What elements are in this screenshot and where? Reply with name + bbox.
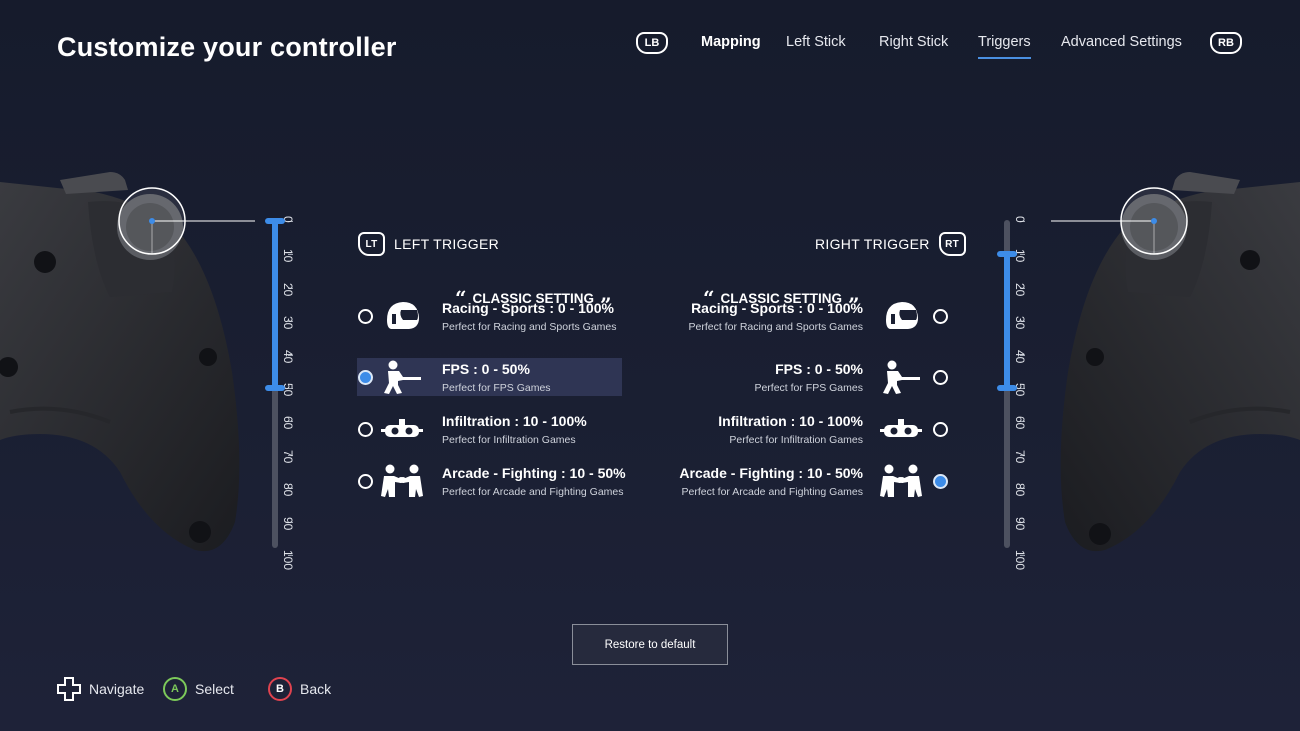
slider-tick-label: 100 <box>281 550 295 571</box>
slider-tick-label: 80 <box>1013 483 1027 497</box>
radio-button[interactable] <box>358 370 373 385</box>
right-trigger-option-2[interactable]: FPS : 0 - 50% Perfect for FPS Games <box>680 358 950 396</box>
slider-tick-label: 20 <box>1013 282 1027 297</box>
lb-bumper-icon[interactable]: LB <box>636 32 668 54</box>
slider-tick-label: 0 <box>1013 216 1027 223</box>
racing-helmet-icon <box>381 298 423 334</box>
left-trigger-option-4[interactable]: Arcade - Fighting : 10 - 50% Perfect for … <box>357 462 626 500</box>
a-button-icon: A <box>163 677 187 701</box>
slider-min-handle[interactable] <box>265 218 285 224</box>
night-vision-goggles-icon <box>880 411 922 447</box>
option-description: Perfect for Arcade and Fighting Games <box>442 486 624 498</box>
left-trigger-option-2[interactable]: FPS : 0 - 50% Perfect for FPS Games <box>357 358 622 396</box>
option-name: FPS : 0 - 50% <box>442 361 530 377</box>
fps-shooter-icon <box>381 359 423 395</box>
tab-triggers[interactable]: Triggers <box>978 34 1031 59</box>
radio-button[interactable] <box>358 422 373 437</box>
right-trigger-range-slider[interactable]: 0 10 20 30 40 50 60 70 80 90 100 <box>997 212 1058 570</box>
right-trigger-option-4[interactable]: Arcade - Fighting : 10 - 50% Perfect for … <box>679 462 950 500</box>
option-name: FPS : 0 - 50% <box>775 361 863 377</box>
hint-navigate-label: Navigate <box>89 681 145 697</box>
slider-tick-label: 30 <box>1013 316 1027 330</box>
slider-tick-label: 60 <box>281 416 295 430</box>
right-trigger-header: RIGHT TRIGGER RT <box>815 232 966 256</box>
right-trigger-title: RIGHT TRIGGER <box>815 236 930 252</box>
radio-button[interactable] <box>358 474 373 489</box>
left-trigger-option-1[interactable]: Racing - Sports : 0 - 100% Perfect for Ra… <box>357 297 622 335</box>
left-trigger-option-3[interactable]: Infiltration : 10 - 100% Perfect for Infi… <box>357 410 622 448</box>
option-name: Arcade - Fighting : 10 - 50% <box>442 465 626 481</box>
fighters-icon <box>381 463 423 499</box>
slider-tick-label: 90 <box>281 516 295 530</box>
fighters-icon <box>880 463 922 499</box>
tab-right-stick[interactable]: Right Stick <box>879 34 948 50</box>
hint-back-label: Back <box>300 681 332 697</box>
radio-button[interactable] <box>358 309 373 324</box>
dpad-icon <box>57 677 81 701</box>
hint-navigate: Navigate <box>57 677 144 701</box>
b-button-icon: B <box>268 677 292 701</box>
left-trigger-title: LEFT TRIGGER <box>394 236 499 252</box>
lt-badge-icon: LT <box>358 232 385 256</box>
slider-tick-label: 100 <box>1013 550 1027 571</box>
option-name: Racing - Sports : 0 - 100% <box>442 300 614 316</box>
tab-mapping[interactable]: Mapping <box>701 34 761 50</box>
option-description: Perfect for Infiltration Games <box>729 434 863 446</box>
option-description: Perfect for Racing and Sports Games <box>442 321 617 333</box>
radio-button[interactable] <box>933 422 948 437</box>
slider-tick-label: 90 <box>1013 516 1027 530</box>
slider-range-fill <box>1004 254 1010 388</box>
slider-tick-label: 80 <box>281 483 295 497</box>
slider-max-handle[interactable] <box>997 385 1017 391</box>
option-name: Infiltration : 10 - 100% <box>718 413 863 429</box>
radio-button[interactable] <box>933 370 948 385</box>
slider-tick-label: 10 <box>281 249 295 263</box>
option-name: Racing - Sports : 0 - 100% <box>691 300 863 316</box>
tab-advanced-settings[interactable]: Advanced Settings <box>1061 34 1182 50</box>
page-title: Customize your controller <box>57 32 397 62</box>
option-name: Arcade - Fighting : 10 - 50% <box>679 465 863 481</box>
option-description: Perfect for Arcade and Fighting Games <box>681 486 863 498</box>
right-trigger-option-1[interactable]: Racing - Sports : 0 - 100% Perfect for Ra… <box>680 297 950 335</box>
slider-tick-label: 70 <box>1013 449 1027 464</box>
racing-helmet-icon <box>880 298 922 334</box>
hint-select-label: Select <box>195 681 234 697</box>
radio-button[interactable] <box>933 309 948 324</box>
slider-tick-label: 60 <box>1013 416 1027 430</box>
slider-range-fill <box>272 221 278 388</box>
slider-min-handle[interactable] <box>997 251 1017 258</box>
slider-tick-label: 20 <box>281 282 295 297</box>
option-description: Perfect for FPS Games <box>442 382 551 394</box>
left-trigger-range-slider[interactable]: 0 10 20 30 40 50 60 70 80 90 100 <box>265 212 326 570</box>
tab-left-stick[interactable]: Left Stick <box>786 34 846 50</box>
hint-back: B Back <box>268 677 331 701</box>
fps-shooter-icon <box>880 359 922 395</box>
radio-button[interactable] <box>933 474 948 489</box>
option-description: Perfect for Infiltration Games <box>442 434 576 446</box>
hint-select: A Select <box>163 677 234 701</box>
rb-bumper-icon[interactable]: RB <box>1210 32 1242 54</box>
left-trigger-header: LT LEFT TRIGGER <box>358 232 499 256</box>
option-description: Perfect for Racing and Sports Games <box>688 321 864 333</box>
option-description: Perfect for FPS Games <box>754 382 863 394</box>
right-stick-marker-icon <box>1051 187 1188 255</box>
option-name: Infiltration : 10 - 100% <box>442 413 587 429</box>
slider-max-handle[interactable] <box>265 385 285 391</box>
night-vision-goggles-icon <box>381 411 423 447</box>
slider-tick-label: 40 <box>281 349 295 363</box>
right-trigger-option-3[interactable]: Infiltration : 10 - 100% Perfect for Infi… <box>680 410 950 448</box>
slider-tick-label: 40 <box>1013 349 1027 363</box>
restore-default-button[interactable]: Restore to default <box>572 624 728 665</box>
slider-tick-label: 70 <box>281 449 295 464</box>
slider-tick-label: 30 <box>281 316 295 330</box>
rt-badge-icon: RT <box>938 232 966 256</box>
left-stick-marker-icon <box>118 187 255 255</box>
